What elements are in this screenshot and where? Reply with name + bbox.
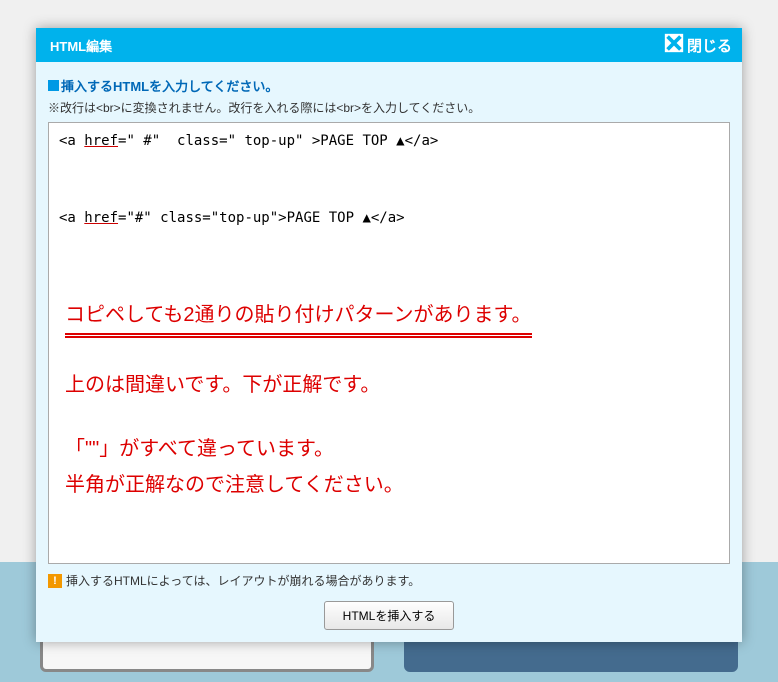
warning-text: 挿入するHTMLによっては、レイアウトが崩れる場合があります。 bbox=[66, 572, 420, 589]
annotation-line-3: 「""」がすべて違っています。 bbox=[65, 433, 719, 465]
annotation-line-1: コピペしても2通りの貼り付けパターンがあります。 bbox=[65, 299, 532, 335]
modal-footer: HTMLを挿入する bbox=[48, 601, 730, 630]
note-text: ※改行は<br>に変換されません。改行を入れる際には<br>を入力してください。 bbox=[48, 99, 730, 116]
modal-body: 挿入するHTMLを入力してください。 ※改行は<br>に変換されません。改行を入… bbox=[36, 62, 742, 642]
annotation-overlay: コピペしても2通りの貼り付けパターンがあります。 上のは間違いです。下が正解です… bbox=[59, 299, 719, 501]
instruction-text: 挿入するHTMLを入力してください。 bbox=[61, 76, 278, 95]
close-label: 閉じる bbox=[687, 35, 732, 56]
modal-titlebar: HTML編集 閉じる bbox=[36, 28, 742, 62]
annotation-line-2: 上のは間違いです。下が正解です。 bbox=[65, 369, 719, 401]
close-icon bbox=[663, 32, 685, 58]
html-textarea[interactable]: <a href=" #" class=" top-up" >PAGE TOP ▲… bbox=[48, 122, 730, 564]
instruction-line: 挿入するHTMLを入力してください。 bbox=[48, 76, 730, 95]
code-line-2: <a href="#" class="top-up">PAGE TOP ▲</a… bbox=[59, 208, 719, 229]
close-button[interactable]: 閉じる bbox=[663, 32, 732, 58]
insert-html-button[interactable]: HTMLを挿入する bbox=[324, 601, 455, 630]
warning-line: ! 挿入するHTMLによっては、レイアウトが崩れる場合があります。 bbox=[48, 572, 730, 589]
square-bullet-icon bbox=[48, 80, 59, 91]
warning-icon: ! bbox=[48, 574, 62, 588]
annotation-line-4: 半角が正解なので注意してください。 bbox=[65, 469, 719, 501]
html-edit-modal: HTML編集 閉じる 挿入するHTMLを入力してください。 ※改行は<br>に変… bbox=[36, 28, 742, 642]
code-line-1: <a href=" #" class=" top-up" >PAGE TOP ▲… bbox=[59, 131, 719, 152]
modal-title: HTML編集 bbox=[50, 36, 112, 55]
